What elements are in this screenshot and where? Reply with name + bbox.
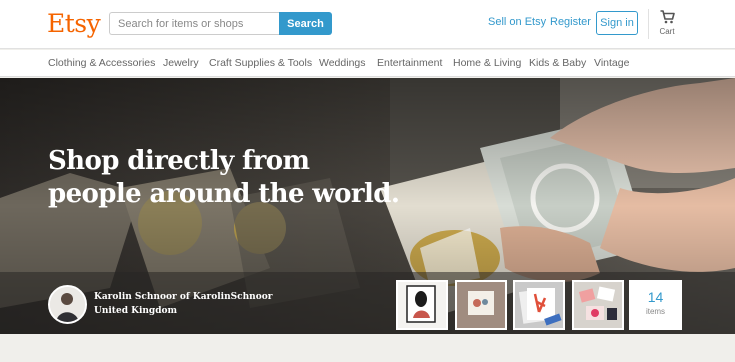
nav-item-clothing-accessories[interactable]: Clothing & Accessories	[48, 57, 155, 69]
seller-name[interactable]: Karolin Schnoor of KarolinSchnoor	[94, 292, 272, 302]
nav-item-craft-supplies-tools[interactable]: Craft Supplies & Tools	[209, 57, 312, 69]
site-header: Etsy Search Sell on Etsy Register Sign i…	[0, 0, 735, 49]
nav-item-home-living[interactable]: Home & Living	[453, 57, 521, 69]
seller-photo	[50, 287, 85, 322]
sign-in-button[interactable]: Sign in	[596, 11, 638, 35]
nav-item-entertainment[interactable]: Entertainment	[377, 57, 442, 69]
listing-image-card-stack	[515, 282, 563, 328]
category-nav: Clothing & Accessories Jewelry Craft Sup…	[0, 50, 735, 77]
sell-on-etsy-link[interactable]: Sell on Etsy	[488, 16, 546, 28]
cart-icon	[660, 10, 675, 24]
cart-label: Cart	[659, 27, 675, 36]
shop-items-count-button[interactable]: 14 items	[629, 280, 682, 330]
items-label: items	[645, 307, 666, 316]
featured-seller-bar	[0, 272, 735, 334]
listing-thumbnail[interactable]	[396, 280, 448, 330]
search-input[interactable]	[109, 12, 279, 35]
seller-avatar[interactable]	[48, 285, 87, 324]
register-link[interactable]: Register	[550, 16, 591, 28]
nav-item-kids-baby[interactable]: Kids & Baby	[529, 57, 586, 69]
listing-image-portrait-print	[398, 282, 446, 328]
etsy-logo[interactable]: Etsy	[47, 9, 101, 38]
search-button[interactable]: Search	[279, 12, 332, 35]
items-count: 14	[647, 289, 664, 305]
nav-item-weddings[interactable]: Weddings	[319, 57, 366, 69]
seller-country: United Kingdom	[94, 306, 178, 316]
listing-thumbnail[interactable]	[513, 280, 565, 330]
listing-image-framed-print	[457, 282, 505, 328]
hero-title: Shop directly from people around the wor…	[48, 146, 400, 209]
nav-item-jewelry[interactable]: Jewelry	[163, 57, 199, 69]
listing-image-scattered-prints	[574, 282, 622, 328]
cart-button[interactable]: Cart	[654, 10, 680, 36]
page-background-strip	[0, 334, 735, 362]
listing-thumbnail[interactable]	[455, 280, 507, 330]
hero-banner: Shop directly from people around the wor…	[0, 78, 735, 334]
nav-item-vintage[interactable]: Vintage	[594, 57, 629, 69]
listing-thumbnail[interactable]	[572, 280, 624, 330]
header-divider	[648, 9, 649, 39]
